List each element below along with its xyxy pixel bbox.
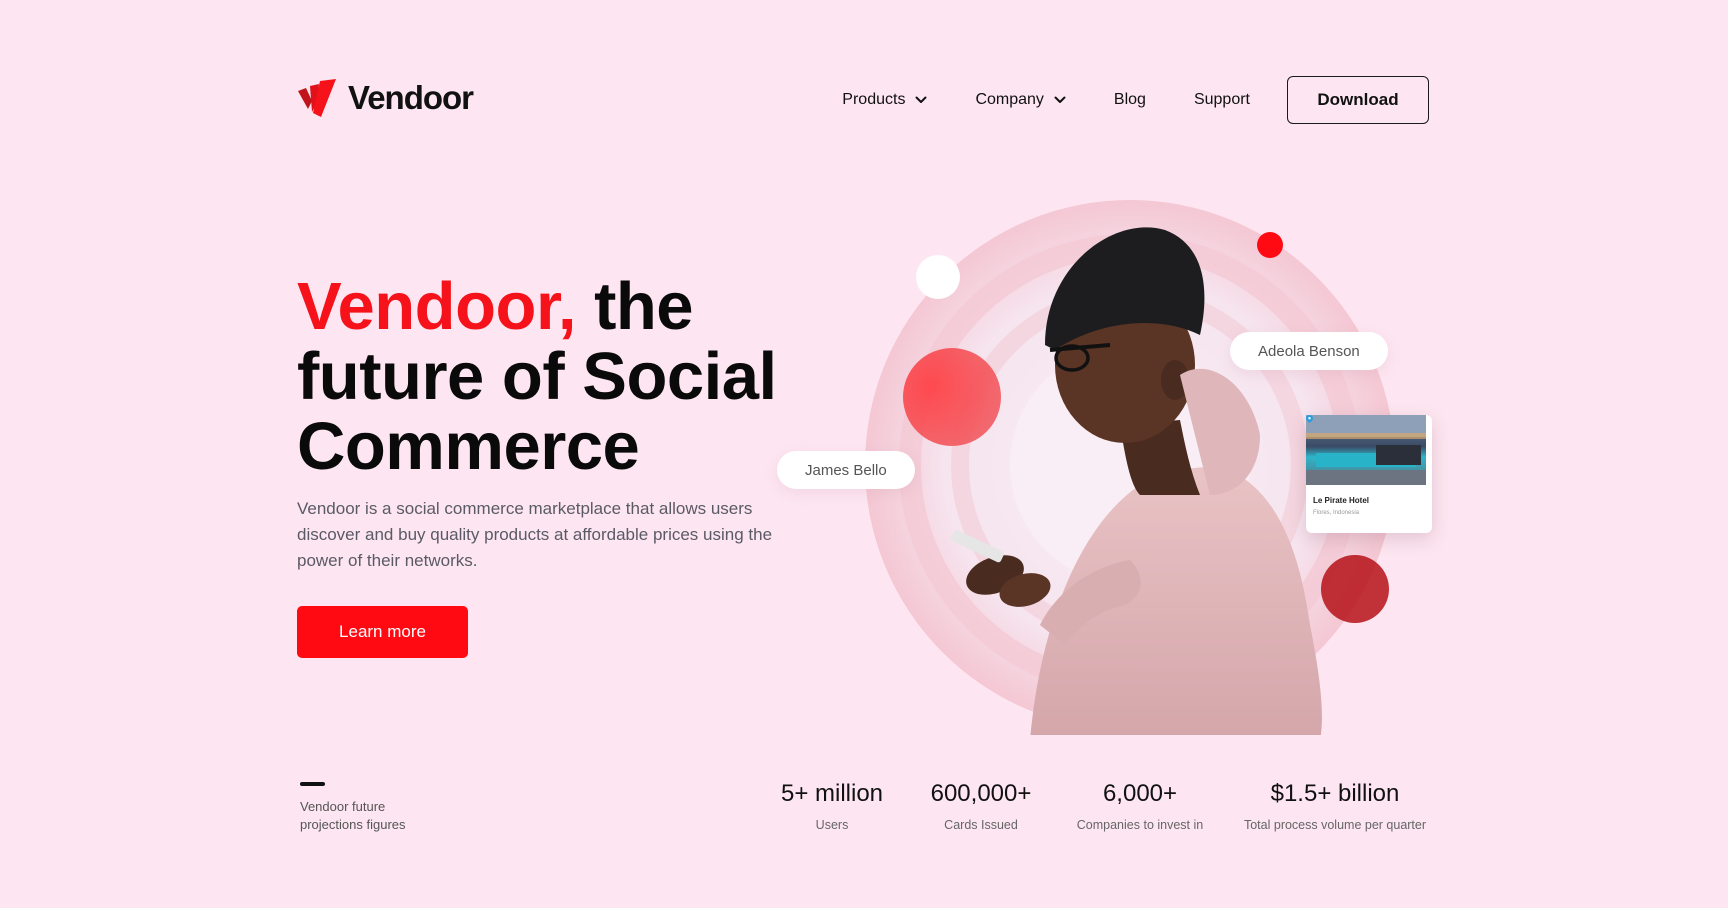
nav-company-label: Company — [975, 91, 1044, 108]
hotel-location: Flores, Indonesia — [1306, 415, 1429, 516]
logo[interactable]: Vendoor — [298, 79, 474, 117]
stat-companies: 6,000+ Companies to invest in — [1075, 780, 1205, 832]
nav-support-label: Support — [1193, 91, 1250, 108]
stat-label: Companies to invest in — [1076, 818, 1204, 832]
stat-label: Users — [815, 818, 849, 832]
stat-volume: $1.5+ billion Total process volume per q… — [1241, 780, 1429, 832]
chevron-down-icon — [915, 96, 927, 103]
vendoor-logo-icon — [298, 79, 336, 117]
white-dot — [916, 255, 960, 299]
stat-value: 600,000+ — [930, 780, 1032, 807]
logo-text: Vendoor — [348, 79, 474, 116]
hero-title: Vendoor, the future of Social Commerce — [297, 272, 817, 482]
stat-value: 6,000+ — [1102, 780, 1178, 807]
user-tag-james: James Bello — [777, 451, 915, 489]
red-blob-left — [903, 348, 1001, 446]
nav-products[interactable]: Products — [842, 91, 927, 109]
download-button[interactable]: Download — [1287, 76, 1429, 124]
hero-title-accent: Vendoor, — [297, 269, 576, 344]
hotel-name: Le Pirate Hotel — [1313, 496, 1370, 505]
red-blob-right — [1321, 555, 1389, 623]
hotel-location-text: Flores, Indonesia — [1313, 510, 1360, 516]
stat-label: Total process volume per quarter — [1243, 818, 1427, 832]
stats-caption: Vendoor future projections figures — [300, 799, 406, 832]
hotel-card[interactable]: Le Pirate Hotel Flores, Indonesia — [1306, 415, 1432, 533]
location-pin-icon — [1306, 415, 1313, 423]
stat-label: Cards Issued — [944, 818, 1018, 832]
user-tag-adeola: Adeola Benson — [1230, 332, 1388, 370]
hotel-photo — [1306, 415, 1426, 485]
stat-value: 5+ million — [780, 780, 884, 807]
hero-description: Vendoor is a social commerce marketplace… — [297, 499, 773, 570]
hotel-image — [1306, 415, 1429, 488]
stat-users: 5+ million Users — [776, 780, 888, 832]
nav-company[interactable]: Company — [975, 91, 1066, 109]
stat-cards: 600,000+ Cards Issued — [922, 780, 1040, 832]
learn-more-button[interactable]: Learn more — [297, 606, 468, 658]
red-dot — [1257, 232, 1283, 258]
chevron-down-icon — [1054, 96, 1066, 103]
landing-page: Vendoor Products Company Blog Support Do… — [0, 0, 1728, 908]
nav-blog[interactable]: Blog — [1114, 91, 1146, 109]
hero-illustration: James Bello Adeola Benson Le Pirate Hote… — [777, 195, 1440, 735]
nav-products-label: Products — [842, 91, 906, 108]
nav-support[interactable]: Support — [1194, 91, 1250, 109]
stat-value: $1.5+ billion — [1270, 780, 1400, 807]
dash-divider — [300, 782, 325, 786]
nav-blog-label: Blog — [1113, 91, 1146, 108]
main-nav: Products Company Blog Support Download — [842, 76, 1429, 124]
stats-caption-block: Vendoor future projections figures — [300, 782, 420, 834]
